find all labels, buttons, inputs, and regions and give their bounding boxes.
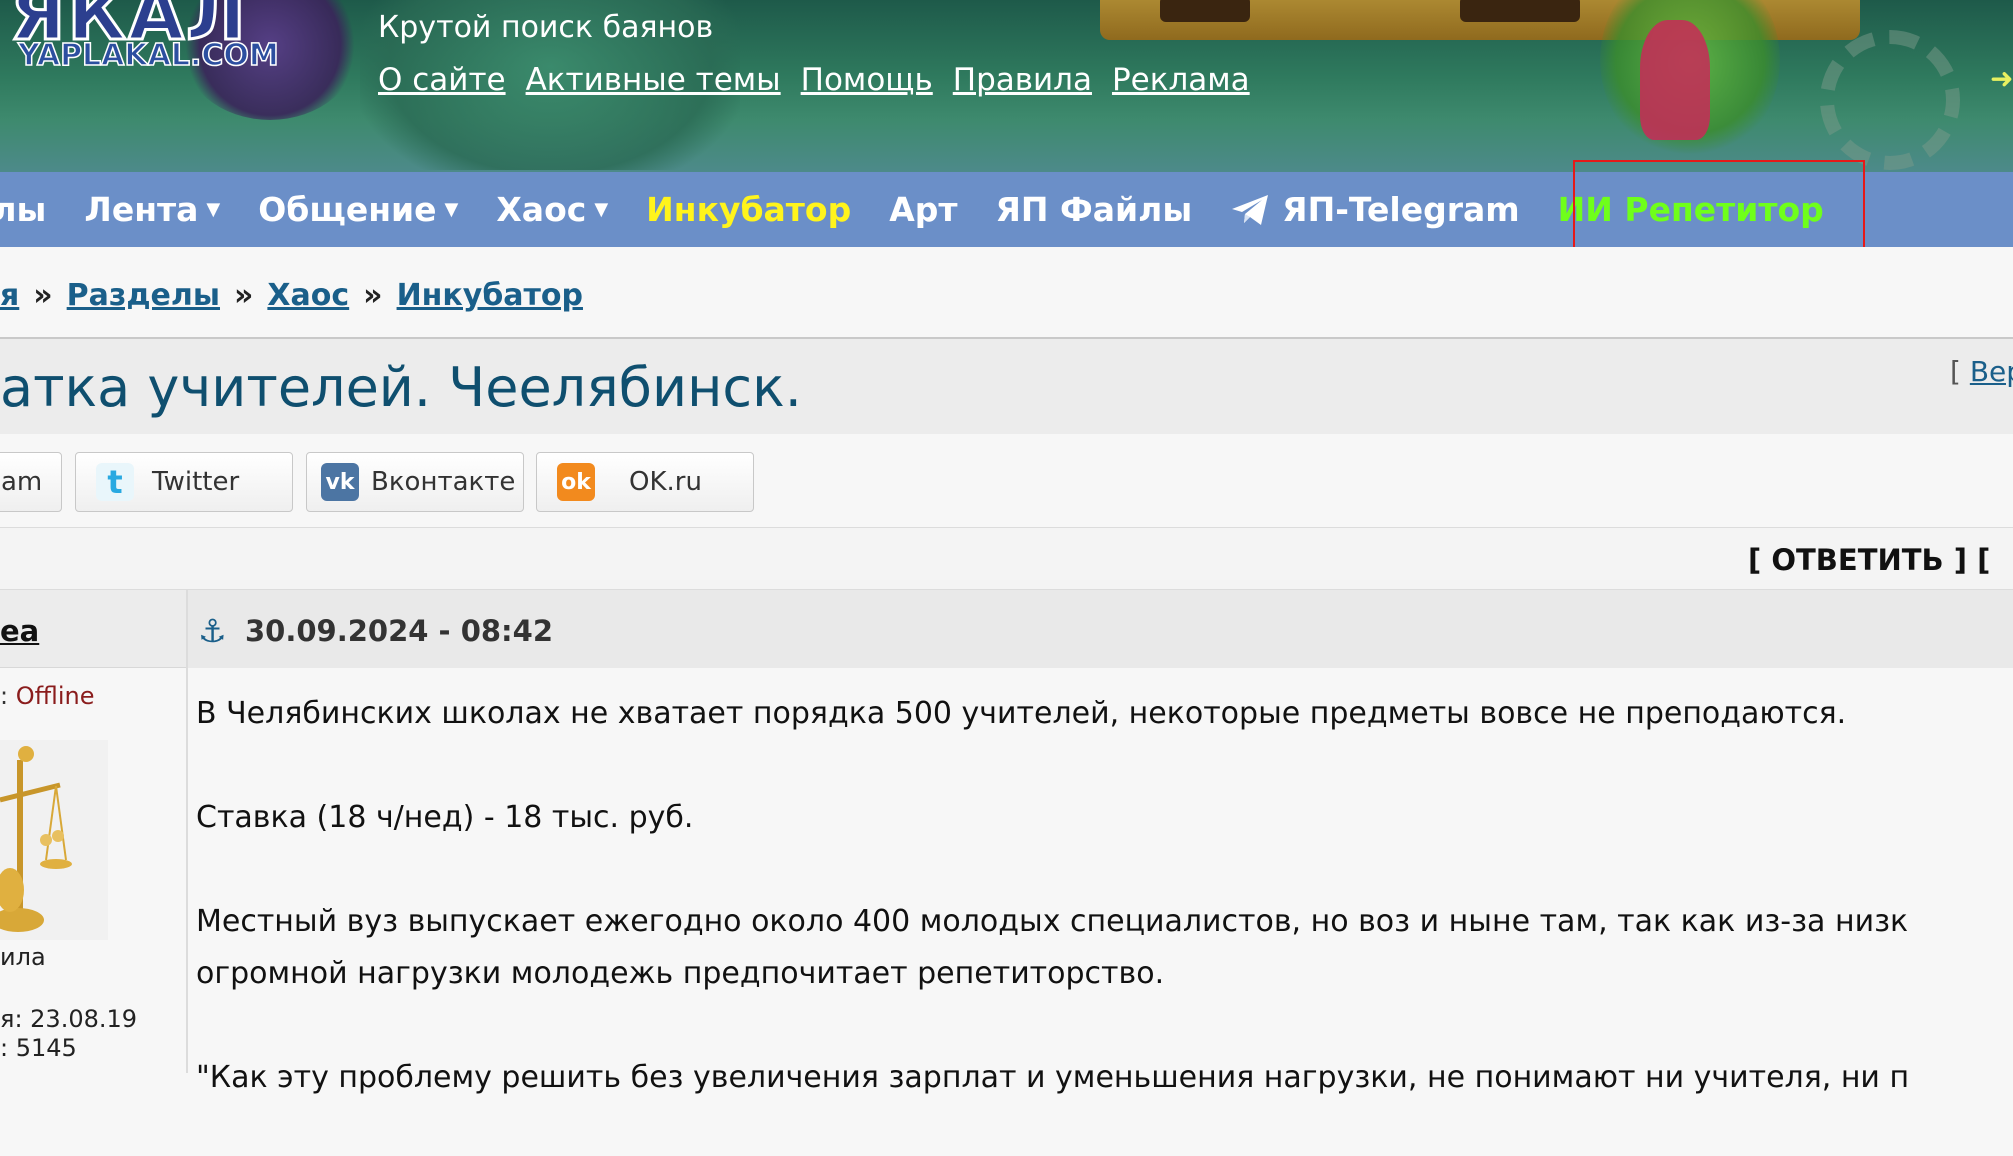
breadcrumb-home[interactable]: я: [0, 278, 19, 313]
share-telegram-button[interactable]: am: [0, 452, 62, 512]
avatar: [0, 740, 108, 940]
breadcrumb-incubator[interactable]: Инкубатор: [397, 278, 583, 313]
gear-art: [1820, 30, 1960, 170]
nav-item-art[interactable]: Арт: [889, 190, 957, 229]
caret-down-icon: ▼: [594, 199, 609, 220]
breadcrumb-chaos[interactable]: Хаос: [267, 278, 349, 313]
share-label: OK.ru: [629, 467, 702, 497]
breadcrumb-separator: »: [363, 278, 383, 313]
post-paragraph: В Челябинских школах не хватает порядка …: [196, 696, 1847, 731]
post-paragraph: Местный вуз выпускает ежегодно около 400…: [196, 896, 2013, 1000]
post-text-line: огромной нагрузки молодежь предпочитает …: [196, 956, 1165, 991]
share-vk-button[interactable]: vk Вконтакте: [306, 452, 524, 512]
link-rules[interactable]: Правила: [953, 62, 1092, 98]
link-about[interactable]: О сайте: [378, 62, 506, 98]
site-header: ЯКАЛ YAPLAKAL.COM Крутой поиск баянов О …: [0, 0, 2013, 172]
post-paragraph: "Как эту проблему решить без увеличения …: [196, 1060, 1910, 1095]
header-art: [1460, 0, 1580, 22]
share-label: Twitter: [152, 467, 240, 497]
page-title: атка учителей. Чеелябинск.: [0, 356, 802, 419]
nav-item-telegram[interactable]: ЯП-Telegram: [1230, 190, 1520, 229]
reply-bar: [0, 528, 2013, 590]
user-post-count: : 5145: [0, 1034, 77, 1062]
user-rank: ила: [0, 943, 46, 971]
nav-item-label: Лента: [84, 190, 199, 229]
link-active-topics[interactable]: Активные темы: [526, 62, 781, 98]
breadcrumb-sections[interactable]: Разделы: [67, 278, 220, 313]
arrow-right-icon[interactable]: ➜: [1990, 62, 2013, 95]
site-logo-domain[interactable]: YAPLAKAL.COM: [17, 37, 279, 74]
bracket: [: [1950, 355, 1961, 388]
nav-item-incubator[interactable]: Инкубатор: [646, 190, 851, 229]
nav-item-feed[interactable]: Лента ▼: [84, 190, 220, 229]
post-text-line: Местный вуз выпускает ежегодно около 400…: [196, 904, 1909, 939]
caret-down-icon: ▼: [206, 199, 221, 220]
nav-item-files[interactable]: ЯП Файлы: [996, 190, 1193, 229]
link-help[interactable]: Помощь: [801, 62, 933, 98]
nav-item-chaos[interactable]: Хаос ▼: [496, 190, 608, 229]
twitter-icon: t: [96, 463, 134, 501]
post-paragraph: Ставка (18 ч/нед) - 18 тыс. руб.: [196, 800, 694, 835]
caret-down-icon: ▼: [444, 199, 459, 220]
share-label: Вконтакте: [371, 467, 516, 497]
status-offline: Offline: [15, 682, 95, 710]
ok-icon: ok: [557, 463, 595, 501]
nav-item-label: Общение: [258, 190, 437, 229]
anchor-icon[interactable]: ⚓: [198, 612, 227, 650]
telegram-icon: [1232, 194, 1269, 225]
status-label: :: [0, 682, 9, 710]
print-version-link[interactable]: Вер: [1970, 355, 2013, 388]
print-version: [ Вер: [1950, 355, 2013, 388]
vk-icon: vk: [321, 463, 359, 501]
share-bar: [0, 434, 2013, 528]
nav-item-label: Хаос: [496, 190, 587, 229]
share-label: am: [1, 467, 43, 497]
user-registered: я: 23.08.19: [0, 1005, 138, 1033]
link-ads[interactable]: Реклама: [1112, 62, 1250, 98]
post-date: 30.09.2024 - 08:42: [245, 614, 553, 648]
post-divider: [186, 590, 188, 1073]
header-art: [1640, 20, 1710, 140]
nav-item-chat[interactable]: Общение ▼: [258, 190, 458, 229]
nav-item-label: ЯП-Telegram: [1282, 190, 1520, 229]
user-status: : Offline: [0, 682, 94, 710]
breadcrumb-separator: »: [33, 278, 53, 313]
post-author[interactable]: ea: [0, 614, 39, 648]
breadcrumb-separator: »: [234, 278, 254, 313]
nav-item-sections[interactable]: елы: [0, 190, 46, 229]
breadcrumb: я » Разделы » Хаос » Инкубатор: [0, 278, 583, 313]
reply-button[interactable]: [ ОТВЕТИТЬ ] [: [1748, 543, 1990, 577]
search-tagline[interactable]: Крутой поиск баянов: [378, 10, 713, 45]
top-links: О сайте Активные темы Помощь Правила Рек…: [378, 62, 1250, 98]
share-twitter-button[interactable]: t Twitter: [75, 452, 293, 512]
share-ok-button[interactable]: ok OK.ru: [536, 452, 754, 512]
post-body: В Челябинских школах не хватает порядка …: [196, 688, 2013, 1156]
header-art: [1160, 0, 1250, 22]
